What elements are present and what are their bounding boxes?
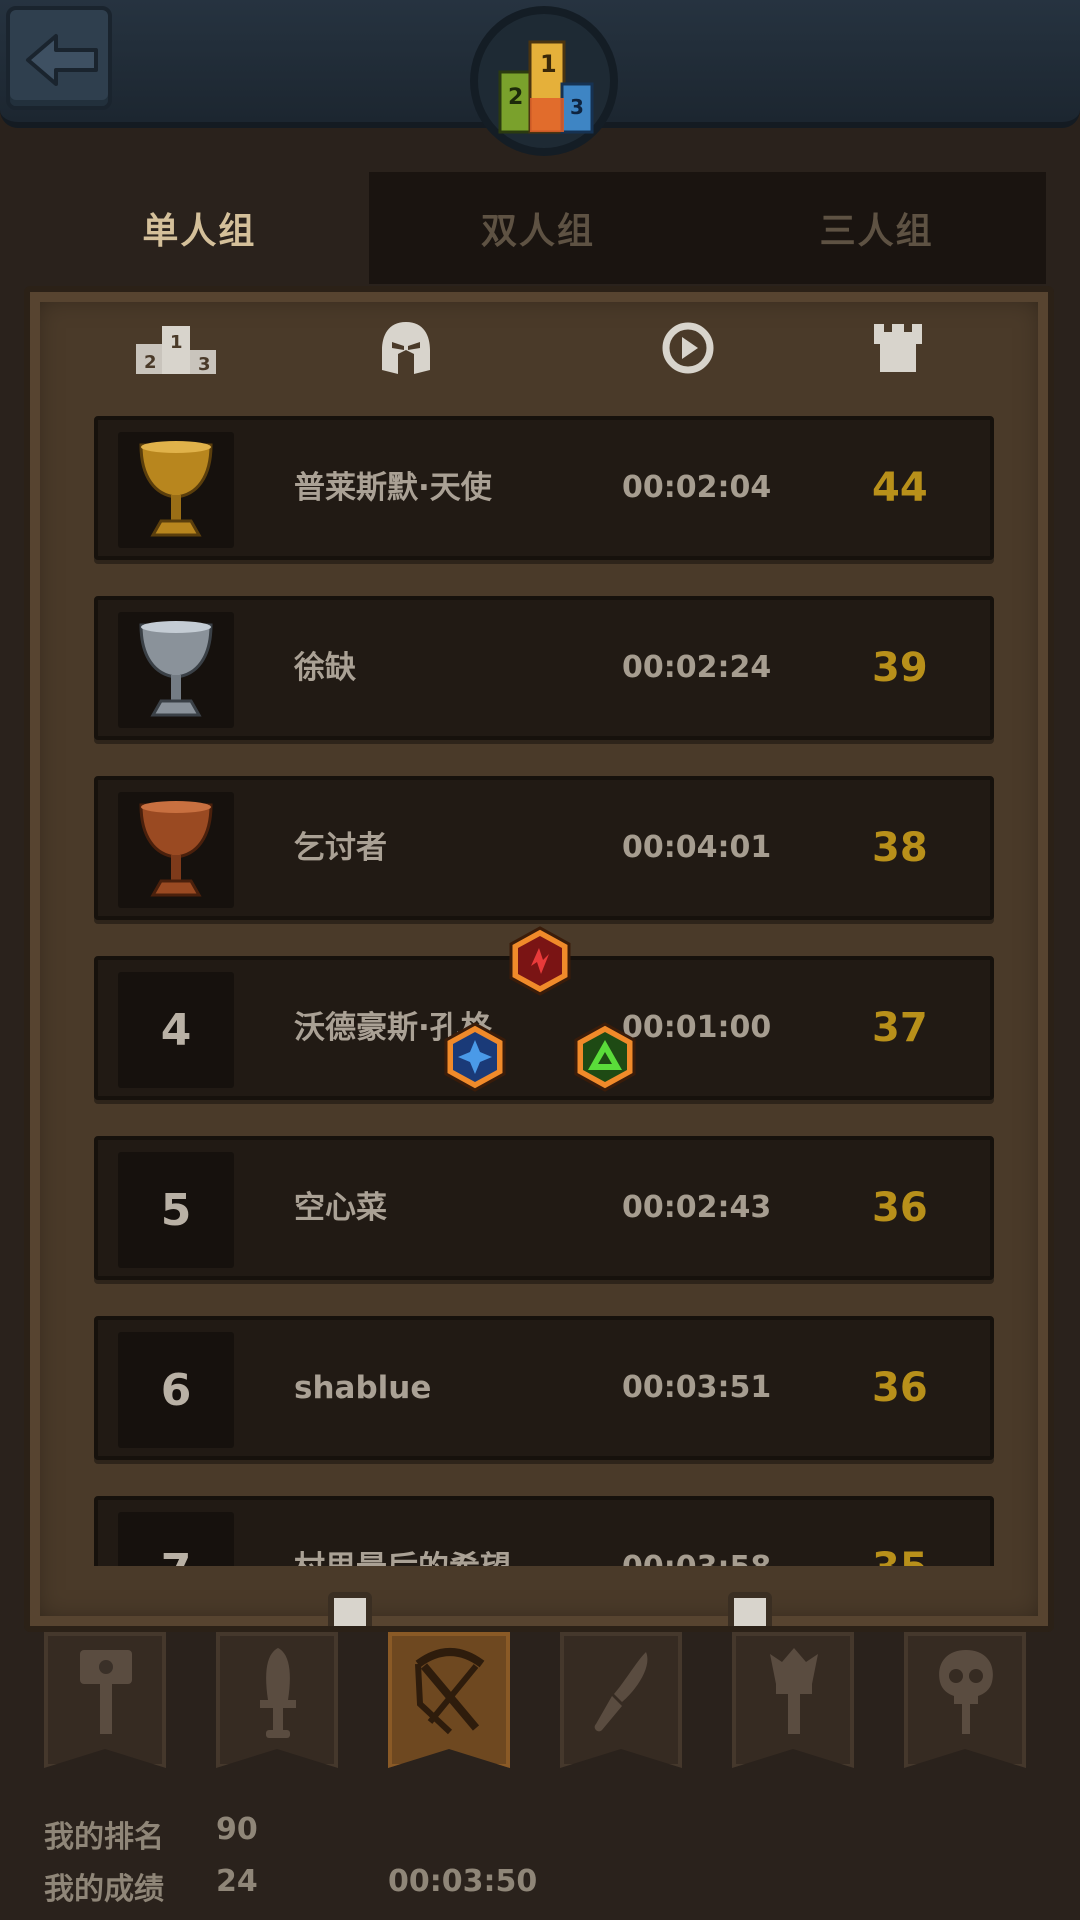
rank-cell: 5 xyxy=(118,1152,234,1268)
torch-icon xyxy=(770,1648,818,1734)
rank-cell xyxy=(118,432,234,548)
gold-cup-icon xyxy=(139,441,213,537)
tab-trio[interactable]: 三人组 xyxy=(707,172,1047,284)
class-tab-dagger[interactable] xyxy=(560,1632,682,1768)
table-row[interactable]: 5 空心菜 00:02:43 36 xyxy=(94,1136,994,1280)
rank-cell xyxy=(118,612,234,728)
dagger-icon xyxy=(594,1652,648,1732)
sword-icon xyxy=(260,1648,296,1738)
clear-time: 00:03:58 xyxy=(622,1500,771,1566)
green-rune-gem-icon[interactable] xyxy=(572,1022,638,1092)
red-rune-gem-icon[interactable] xyxy=(507,926,573,996)
board-clip xyxy=(328,1592,372,1626)
player-name: 村里最后的希望 xyxy=(294,1500,511,1566)
class-tab-hammer[interactable] xyxy=(44,1632,166,1768)
class-tab-sword[interactable] xyxy=(216,1632,338,1768)
table-row[interactable]: 普莱斯默·天使 00:02:04 44 xyxy=(94,416,994,560)
hammer-icon xyxy=(80,1650,132,1734)
rank-number: 7 xyxy=(161,1545,192,1567)
svg-text:1: 1 xyxy=(170,332,183,353)
time-clock-icon xyxy=(660,320,716,380)
class-tab-crossbow[interactable] xyxy=(388,1632,510,1768)
back-button[interactable] xyxy=(6,6,112,110)
skull-staff-icon xyxy=(939,1650,993,1734)
clear-time: 00:01:00 xyxy=(622,1010,772,1045)
my-rank-label: 我的排名 xyxy=(44,1820,164,1855)
tab-duo[interactable]: 双人组 xyxy=(368,172,708,284)
my-rank-value: 90 xyxy=(216,1812,258,1847)
class-tab-skull[interactable] xyxy=(904,1632,1026,1768)
svg-text:1: 1 xyxy=(540,50,557,78)
table-row[interactable]: 乞讨者 00:04:01 38 xyxy=(94,776,994,920)
svg-text:2: 2 xyxy=(508,85,523,110)
rank-podium-icon: 2 1 3 xyxy=(136,322,216,380)
table-row[interactable]: 6 shablue 00:03:51 36 xyxy=(94,1316,994,1460)
group-tabs: 单人组 双人组 三人组 xyxy=(30,172,1047,284)
rank-number: 5 xyxy=(160,1184,192,1236)
leaderboard-badge: 2 1 3 xyxy=(470,6,618,156)
svg-text:2: 2 xyxy=(144,352,157,373)
tab-solo[interactable]: 单人组 xyxy=(30,172,369,284)
clear-time: 00:02:24 xyxy=(622,650,772,685)
clear-time: 00:04:01 xyxy=(622,830,772,865)
clear-time: 00:02:43 xyxy=(622,1190,772,1225)
rank-cell: 4 xyxy=(118,972,234,1088)
column-header: 2 1 3 xyxy=(30,318,1048,378)
player-name: 徐缺 xyxy=(294,650,356,686)
tower-score: 37 xyxy=(872,1005,928,1051)
tower-score: 38 xyxy=(872,825,928,871)
rank-number: 4 xyxy=(160,1004,192,1056)
tower-score: 44 xyxy=(872,465,928,511)
blue-rune-gem-icon[interactable] xyxy=(442,1022,508,1092)
board-clip xyxy=(728,1592,772,1626)
rank-number: 6 xyxy=(160,1364,192,1416)
table-row[interactable]: 7 村里最后的希望 00:03:58 35 xyxy=(94,1496,994,1566)
svg-text:3: 3 xyxy=(198,354,211,375)
class-tab-torch[interactable] xyxy=(732,1632,854,1768)
hero-helmet-icon xyxy=(380,320,432,380)
player-name: 空心菜 xyxy=(294,1190,387,1226)
rank-cell: 6 xyxy=(118,1332,234,1448)
tower-score: 35 xyxy=(872,1500,928,1566)
svg-text:3: 3 xyxy=(570,95,584,119)
back-arrow-icon xyxy=(26,34,98,86)
silver-cup-icon xyxy=(139,621,213,717)
rank-cell xyxy=(118,792,234,908)
tower-score: 39 xyxy=(872,645,928,691)
class-selector xyxy=(44,1632,1044,1772)
clear-time: 00:02:04 xyxy=(622,470,772,505)
player-name: 普莱斯默·天使 xyxy=(294,470,492,506)
my-time-value: 00:03:50 xyxy=(388,1864,538,1899)
tower-score: 36 xyxy=(872,1185,928,1231)
player-name: shablue xyxy=(294,1370,432,1406)
bronze-cup-icon xyxy=(139,801,213,897)
rank-cell: 7 xyxy=(118,1512,234,1566)
my-score-label: 我的成绩 xyxy=(44,1872,164,1907)
top-bar: 2 1 3 xyxy=(0,0,1080,156)
clear-time: 00:03:51 xyxy=(622,1370,772,1405)
crossbow-icon xyxy=(415,1648,485,1735)
player-name: 乞讨者 xyxy=(294,830,387,866)
podium-icon: 2 1 3 xyxy=(498,40,594,134)
tower-score: 36 xyxy=(872,1365,928,1411)
table-row[interactable]: 徐缺 00:02:24 39 xyxy=(94,596,994,740)
my-score-value: 24 xyxy=(216,1864,258,1899)
tower-level-icon xyxy=(872,322,924,378)
